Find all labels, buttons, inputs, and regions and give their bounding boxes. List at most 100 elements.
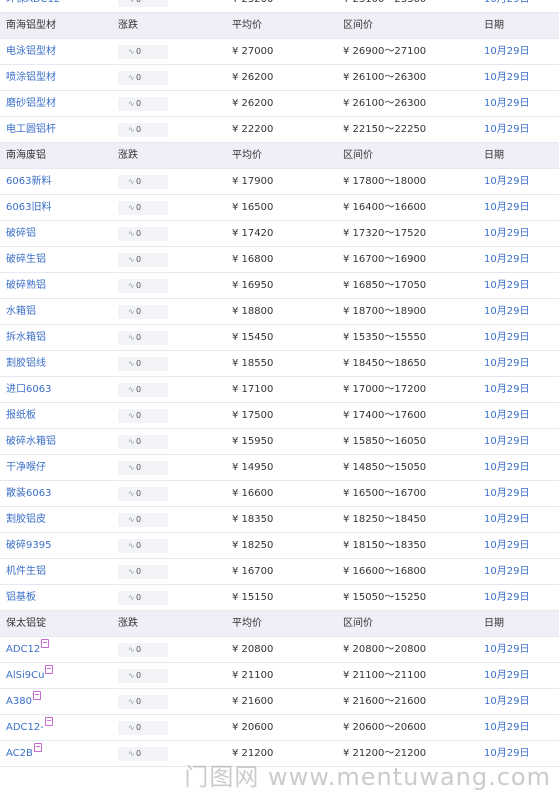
product-name-link[interactable]: 散装6063 xyxy=(6,488,51,499)
change-value: 0 xyxy=(136,203,142,212)
date-link[interactable]: 10月29日 xyxy=(484,663,529,689)
product-name-link[interactable]: 破碎铝 xyxy=(6,228,36,239)
date-link[interactable]: 10月29日 xyxy=(484,39,529,65)
product-name-link[interactable]: AlSi9Cu xyxy=(6,670,44,681)
change-pill: ∿0 xyxy=(118,305,168,319)
product-name-link[interactable]: 喷涂铝型材 xyxy=(6,72,56,83)
product-name-link[interactable]: 电泳铝型材 xyxy=(6,46,56,57)
price-table: 环保ADC12∿0¥ 23200¥ 23100～2330010月29日南海铝型材… xyxy=(0,0,559,767)
product-name-cell: AlSi9Cu xyxy=(6,663,54,689)
average-price: ¥ 14950 xyxy=(232,462,274,473)
product-name-link[interactable]: 破碎生铝 xyxy=(6,254,46,265)
change-pill: ∿0 xyxy=(118,71,168,85)
price-range: ¥ 17400～17600 xyxy=(343,410,427,421)
date-link[interactable]: 10月29日 xyxy=(484,403,529,429)
date-link[interactable]: 10月29日 xyxy=(484,689,529,715)
product-name-link[interactable]: A380 xyxy=(6,696,32,707)
date-link[interactable]: 10月29日 xyxy=(484,195,529,221)
date-link[interactable]: 10月29日 xyxy=(484,91,529,117)
date-link[interactable]: 10月29日 xyxy=(484,221,529,247)
price-range: ¥ 18700～18900 xyxy=(343,306,427,317)
date-link[interactable]: 10月29日 xyxy=(484,507,529,533)
date-link[interactable]: 10月29日 xyxy=(484,351,529,377)
product-name-link[interactable]: 破碎水箱铝 xyxy=(6,436,56,447)
product-name-link[interactable]: ADC12 xyxy=(6,644,40,655)
product-name-cell: 散装6063 xyxy=(6,481,51,507)
product-name-link[interactable]: 报纸板 xyxy=(6,410,36,421)
product-name-link[interactable]: 机件生铝 xyxy=(6,566,46,577)
price-range: ¥ 20600～20600 xyxy=(343,722,427,733)
table-row: 6063新料 ∿ 0 ¥ 17900 ¥ 17800～18000 10月29日 xyxy=(0,169,559,195)
product-name-link[interactable]: 6063新料 xyxy=(6,176,51,187)
average-price: ¥ 21100 xyxy=(232,670,274,681)
product-name-link[interactable]: 拆水箱铝 xyxy=(6,332,46,343)
date-link[interactable]: 10月29日 xyxy=(484,559,529,585)
change-value: 0 xyxy=(136,281,142,290)
price-range: ¥ 16400～16600 xyxy=(343,202,427,213)
table-row: 干净喉仔 ∿ 0 ¥ 14950 ¥ 14850～15050 10月29日 xyxy=(0,455,559,481)
date-link[interactable]: 10月29日 xyxy=(484,481,529,507)
product-name-link[interactable]: 割胶铝皮 xyxy=(6,514,46,525)
product-name-link[interactable]: 水箱铝 xyxy=(6,306,36,317)
product-name-link[interactable]: 干净喉仔 xyxy=(6,462,46,473)
change-pill: ∿0 xyxy=(118,123,168,137)
date-link[interactable]: 10月29日 xyxy=(484,0,529,13)
product-name-link[interactable]: 磨砂铝型材 xyxy=(6,98,56,109)
average-price: ¥ 20800 xyxy=(232,644,274,655)
date-link[interactable]: 10月29日 xyxy=(484,741,529,767)
date-link[interactable]: 10月29日 xyxy=(484,169,529,195)
change-value: 0 xyxy=(136,541,142,550)
product-name-cell: 进口6063 xyxy=(6,377,51,403)
change-pill: ∿0 xyxy=(118,357,168,371)
flat-trend-icon: ∿ xyxy=(128,99,135,108)
column-header-change: 涨跌 xyxy=(118,618,138,629)
date-link[interactable]: 10月29日 xyxy=(484,637,529,663)
product-name-link[interactable]: 进口6063 xyxy=(6,384,51,395)
average-price: ¥ 21200 xyxy=(232,748,274,759)
date-link[interactable]: 10月29日 xyxy=(484,247,529,273)
product-name-cell: 喷涂铝型材 xyxy=(6,65,56,91)
change-pill: ∿0 xyxy=(118,669,168,683)
change-value: 0 xyxy=(136,593,142,602)
average-price: ¥ 17420 xyxy=(232,228,274,239)
average-price: ¥ 26200 xyxy=(232,98,274,109)
price-range: ¥ 21600～21600 xyxy=(343,696,427,707)
flat-trend-icon: ∿ xyxy=(128,177,135,186)
flat-trend-icon: ∿ xyxy=(128,567,135,576)
product-name-link[interactable]: 电工圆铝杆 xyxy=(6,124,56,135)
product-name-link[interactable]: 割胶铝线 xyxy=(6,358,46,369)
date-link[interactable]: 10月29日 xyxy=(484,715,529,741)
date-link[interactable]: 10月29日 xyxy=(484,273,529,299)
date-link[interactable]: 10月29日 xyxy=(484,585,529,611)
change-pill: ∿0 xyxy=(118,0,168,7)
change-value: 0 xyxy=(136,489,142,498)
price-range: ¥ 26100～26300 xyxy=(343,72,427,83)
date-link[interactable]: 10月29日 xyxy=(484,325,529,351)
table-row: ADC12 ∿ 0 ¥ 20800 ¥ 20800～20800 10月29日 xyxy=(0,637,559,663)
date-link[interactable]: 10月29日 xyxy=(484,299,529,325)
date-link[interactable]: 10月29日 xyxy=(484,65,529,91)
date-link[interactable]: 10月29日 xyxy=(484,117,529,143)
product-name-link[interactable]: 破碎熟铝 xyxy=(6,280,46,291)
product-name-link[interactable]: AC2B xyxy=(6,748,33,759)
product-name-link[interactable]: 破碎9395 xyxy=(6,540,51,551)
average-price: ¥ 21600 xyxy=(232,696,274,707)
product-name-cell: 割胶铝皮 xyxy=(6,507,46,533)
change-pill: ∿0 xyxy=(118,461,168,475)
change-value: 0 xyxy=(136,437,142,446)
product-name-cell: AC2B xyxy=(6,741,42,767)
average-price: ¥ 17100 xyxy=(232,384,274,395)
product-name-link[interactable]: 6063旧料 xyxy=(6,202,51,213)
column-header-average: 平均价 xyxy=(232,20,262,31)
price-range: ¥ 18150～18350 xyxy=(343,540,427,551)
change-value: 0 xyxy=(136,125,142,134)
date-link[interactable]: 10月29日 xyxy=(484,455,529,481)
product-name-link[interactable]: 环保ADC12 xyxy=(6,0,60,5)
product-name-cell: 破碎生铝 xyxy=(6,247,46,273)
product-name-link[interactable]: 铝基板 xyxy=(6,592,36,603)
date-link[interactable]: 10月29日 xyxy=(484,377,529,403)
date-link[interactable]: 10月29日 xyxy=(484,533,529,559)
date-link[interactable]: 10月29日 xyxy=(484,429,529,455)
product-name-link[interactable]: ADC12- xyxy=(6,722,44,733)
price-range: ¥ 17800～18000 xyxy=(343,176,427,187)
